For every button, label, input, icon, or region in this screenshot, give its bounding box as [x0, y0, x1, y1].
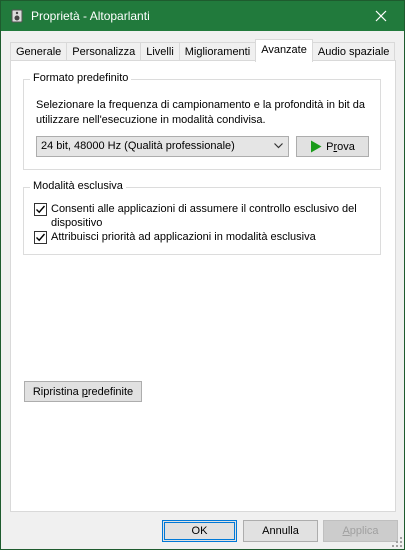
test-button-label: Prova [326, 140, 355, 153]
play-icon [311, 140, 322, 153]
properties-dialog: Proprietà - Altoparlanti Generale Person… [0, 0, 405, 550]
tab-avanzate[interactable]: Avanzate [255, 39, 313, 62]
cancel-button[interactable]: Annulla [243, 520, 318, 542]
test-button[interactable]: Prova [296, 136, 369, 157]
title-bar[interactable]: Proprietà - Altoparlanti [1, 1, 404, 31]
exclusive-control-checkbox[interactable] [34, 203, 47, 216]
checkmark-icon [36, 233, 46, 242]
exclusive-priority-option[interactable]: Attribuisci priorità ad applicazioni in … [34, 230, 364, 244]
apply-button[interactable]: Applica [323, 520, 398, 542]
checkmark-icon [36, 205, 46, 214]
close-button[interactable] [358, 1, 404, 31]
resize-grip-icon[interactable] [392, 537, 402, 547]
exclusive-control-label: Consenti alle applicazioni di assumere i… [51, 203, 357, 229]
apply-label: Applica [342, 525, 379, 537]
exclusive-mode-group: Modalità esclusiva Consenti alle applica… [23, 180, 381, 255]
default-format-title: Formato predefinito [30, 72, 132, 84]
default-format-group: Formato predefinito Selezionare la frequ… [23, 72, 381, 170]
tab-livelli[interactable]: Livelli [140, 42, 180, 62]
tab-panel-avanzate: Formato predefinito Selezionare la frequ… [10, 60, 396, 512]
exclusive-priority-label: Attribuisci priorità ad applicazioni in … [51, 231, 316, 243]
tab-strip: Generale Personalizza Livelli Migliorame… [10, 39, 396, 62]
format-selected-value: 24 bit, 48000 Hz (Qualità professionale) [41, 140, 235, 152]
restore-defaults-label: Ripristina predefinite [32, 385, 134, 398]
tab-miglioramenti[interactable]: Miglioramenti [178, 42, 257, 62]
tab-generale[interactable]: Generale [10, 42, 68, 62]
close-icon [375, 10, 387, 22]
exclusive-priority-checkbox[interactable] [34, 231, 47, 244]
tab-personalizza[interactable]: Personalizza [66, 42, 142, 62]
exclusive-control-option[interactable]: Consenti alle applicazioni di assumere i… [34, 202, 364, 230]
tab-audio-spaziale[interactable]: Audio spaziale [311, 42, 396, 62]
default-format-description: Selezionare la frequenza di campionament… [36, 99, 365, 126]
window-title: Proprietà - Altoparlanti [31, 9, 150, 23]
exclusive-mode-title: Modalità esclusiva [30, 180, 126, 192]
format-dropdown[interactable]: 24 bit, 48000 Hz (Qualità professionale) [36, 136, 289, 157]
speaker-icon [11, 9, 23, 23]
restore-defaults-button[interactable]: Ripristina predefinite [24, 381, 142, 402]
ok-button[interactable]: OK [162, 520, 237, 542]
chevron-down-icon [274, 143, 283, 149]
